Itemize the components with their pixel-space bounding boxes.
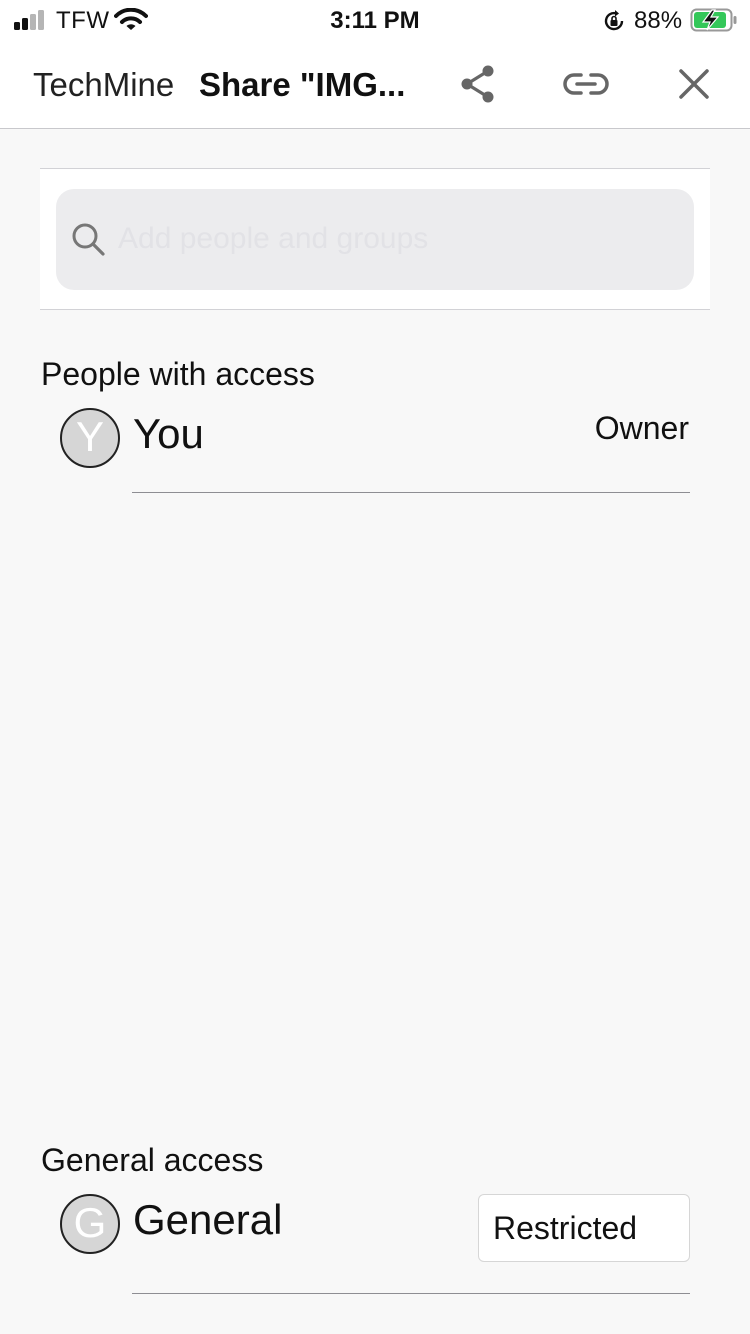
share-title: Share "IMG... (199, 66, 406, 103)
avatar: G (60, 1194, 120, 1254)
search-box[interactable] (56, 189, 694, 290)
general-access-name: General (133, 1196, 283, 1243)
status-bar: TFW 3:11 PM 88% (0, 0, 750, 40)
search-icon (72, 223, 105, 256)
search-input[interactable] (118, 211, 678, 267)
link-icon (563, 73, 609, 95)
rotation-lock-icon (604, 10, 624, 31)
close-button[interactable] (670, 60, 718, 108)
general-access-heading: General access (41, 1142, 264, 1178)
people-with-access-heading: People with access (41, 356, 315, 392)
search-panel (40, 168, 710, 310)
share-icon (461, 65, 494, 103)
person-name: You (133, 410, 204, 457)
general-access-select[interactable]: Restricted (478, 1194, 690, 1262)
general-access-row: G General Restricted (0, 1184, 750, 1284)
battery-percent: 88% (634, 7, 683, 34)
divider (132, 492, 690, 493)
avatar: Y (60, 408, 120, 468)
share-button[interactable] (454, 60, 502, 108)
battery-charging-icon (690, 8, 737, 32)
app-name: TechMine (33, 66, 175, 103)
person-role: Owner (594, 410, 689, 446)
close-icon (679, 69, 709, 99)
share-header: TechMine Share "IMG... (0, 40, 750, 129)
copy-link-button[interactable] (562, 60, 610, 108)
divider (132, 1293, 690, 1294)
person-row-you[interactable]: Y You Owner (0, 398, 750, 498)
